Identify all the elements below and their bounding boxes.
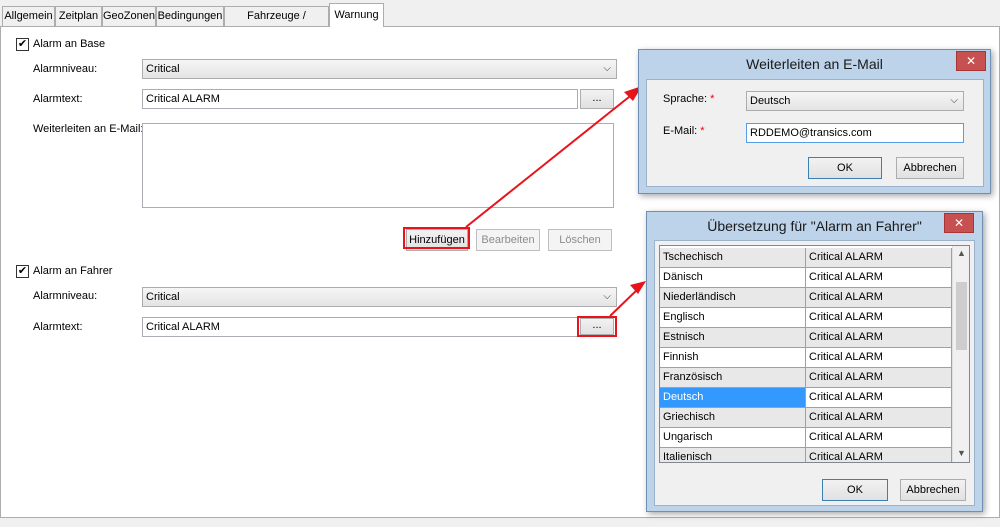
language-select[interactable]: Deutsch ⌵ xyxy=(746,91,964,111)
language-cell: Französisch xyxy=(660,368,806,388)
required-mark: * xyxy=(710,93,715,105)
close-icon[interactable]: ✕ xyxy=(956,51,986,71)
chevron-down-icon: ⌵ xyxy=(950,95,958,106)
arrow-to-email-dialog xyxy=(465,92,635,228)
table-row[interactable]: Niederländisch Critical ALARM xyxy=(660,288,952,308)
language-cell: Finnish xyxy=(660,348,806,368)
translation-grid[interactable]: Tschechisch Critical ALARM Dänisch Criti… xyxy=(659,245,970,463)
text-cell: Critical ALARM xyxy=(806,328,952,348)
text-cell: Critical ALARM xyxy=(806,268,952,288)
required-mark: * xyxy=(700,125,705,137)
translation-dialog: Übersetzung für "Alarm an Fahrer" ✕ Tsch… xyxy=(646,211,983,512)
email-label: E-Mail: * xyxy=(663,125,705,137)
text-cell: Critical ALARM xyxy=(806,348,952,368)
email-cancel-button[interactable]: Abbrechen xyxy=(896,157,964,179)
close-icon[interactable]: ✕ xyxy=(944,213,974,233)
text-cell: Critical ALARM xyxy=(806,288,952,308)
language-label: Sprache: * xyxy=(663,93,715,105)
table-row[interactable]: Englisch Critical ALARM xyxy=(660,308,952,328)
language-cell: Dänisch xyxy=(660,268,806,288)
language-cell: Estnisch xyxy=(660,328,806,348)
tab-warnung[interactable]: Warnung xyxy=(329,3,384,27)
translation-cancel-button[interactable]: Abbrechen xyxy=(900,479,966,501)
translation-dialog-title: Übersetzung für "Alarm an Fahrer" xyxy=(707,218,922,234)
arrowhead-translation xyxy=(630,281,646,294)
text-cell: Critical ALARM xyxy=(806,248,952,268)
language-cell: Englisch xyxy=(660,308,806,328)
text-cell: Critical ALARM xyxy=(806,368,952,388)
table-row[interactable]: Finnish Critical ALARM xyxy=(660,348,952,368)
text-cell: Critical ALARM xyxy=(806,308,952,328)
language-cell: Ungarisch xyxy=(660,428,806,448)
text-cell: Critical ALARM xyxy=(806,388,952,408)
email-dialog-body: Sprache: * Deutsch ⌵ E-Mail: * RDDEMO@tr… xyxy=(646,79,984,187)
language-cell: Niederländisch xyxy=(660,288,806,308)
table-row-selected[interactable]: Deutsch Critical ALARM xyxy=(660,388,952,408)
arrow-to-translation-dialog xyxy=(609,286,641,317)
email-ok-button[interactable]: OK xyxy=(808,157,882,179)
vertical-scrollbar[interactable]: ▲ ▼ xyxy=(952,246,969,462)
translation-ok-button[interactable]: OK xyxy=(822,479,888,501)
language-cell: Italienisch xyxy=(660,448,806,462)
table-row[interactable]: Griechisch Critical ALARM xyxy=(660,408,952,428)
language-cell: Tschechisch xyxy=(660,248,806,268)
language-value: Deutsch xyxy=(750,95,791,107)
text-cell: Critical ALARM xyxy=(806,428,952,448)
language-cell: Deutsch xyxy=(660,388,806,408)
language-cell: Griechisch xyxy=(660,408,806,428)
email-input[interactable]: RDDEMO@transics.com xyxy=(746,123,964,143)
table-row[interactable]: Estnisch Critical ALARM xyxy=(660,328,952,348)
table-row[interactable]: Italienisch Critical ALARM xyxy=(660,448,952,462)
text-cell: Critical ALARM xyxy=(806,448,952,462)
translation-dialog-body: Tschechisch Critical ALARM Dänisch Criti… xyxy=(654,240,975,506)
scroll-up-icon[interactable]: ▲ xyxy=(957,248,966,258)
text-cell: Critical ALARM xyxy=(806,408,952,428)
table-row[interactable]: Tschechisch Critical ALARM xyxy=(660,248,952,268)
table-row[interactable]: Französisch Critical ALARM xyxy=(660,368,952,388)
scroll-down-icon[interactable]: ▼ xyxy=(957,448,966,458)
email-dialog-title: Weiterleiten an E-Mail xyxy=(746,56,883,72)
table-row[interactable]: Ungarisch Critical ALARM xyxy=(660,428,952,448)
scrollbar-thumb[interactable] xyxy=(956,282,967,350)
email-dialog: Weiterleiten an E-Mail ✕ Sprache: * Deut… xyxy=(638,49,991,194)
table-row[interactable]: Dänisch Critical ALARM xyxy=(660,268,952,288)
